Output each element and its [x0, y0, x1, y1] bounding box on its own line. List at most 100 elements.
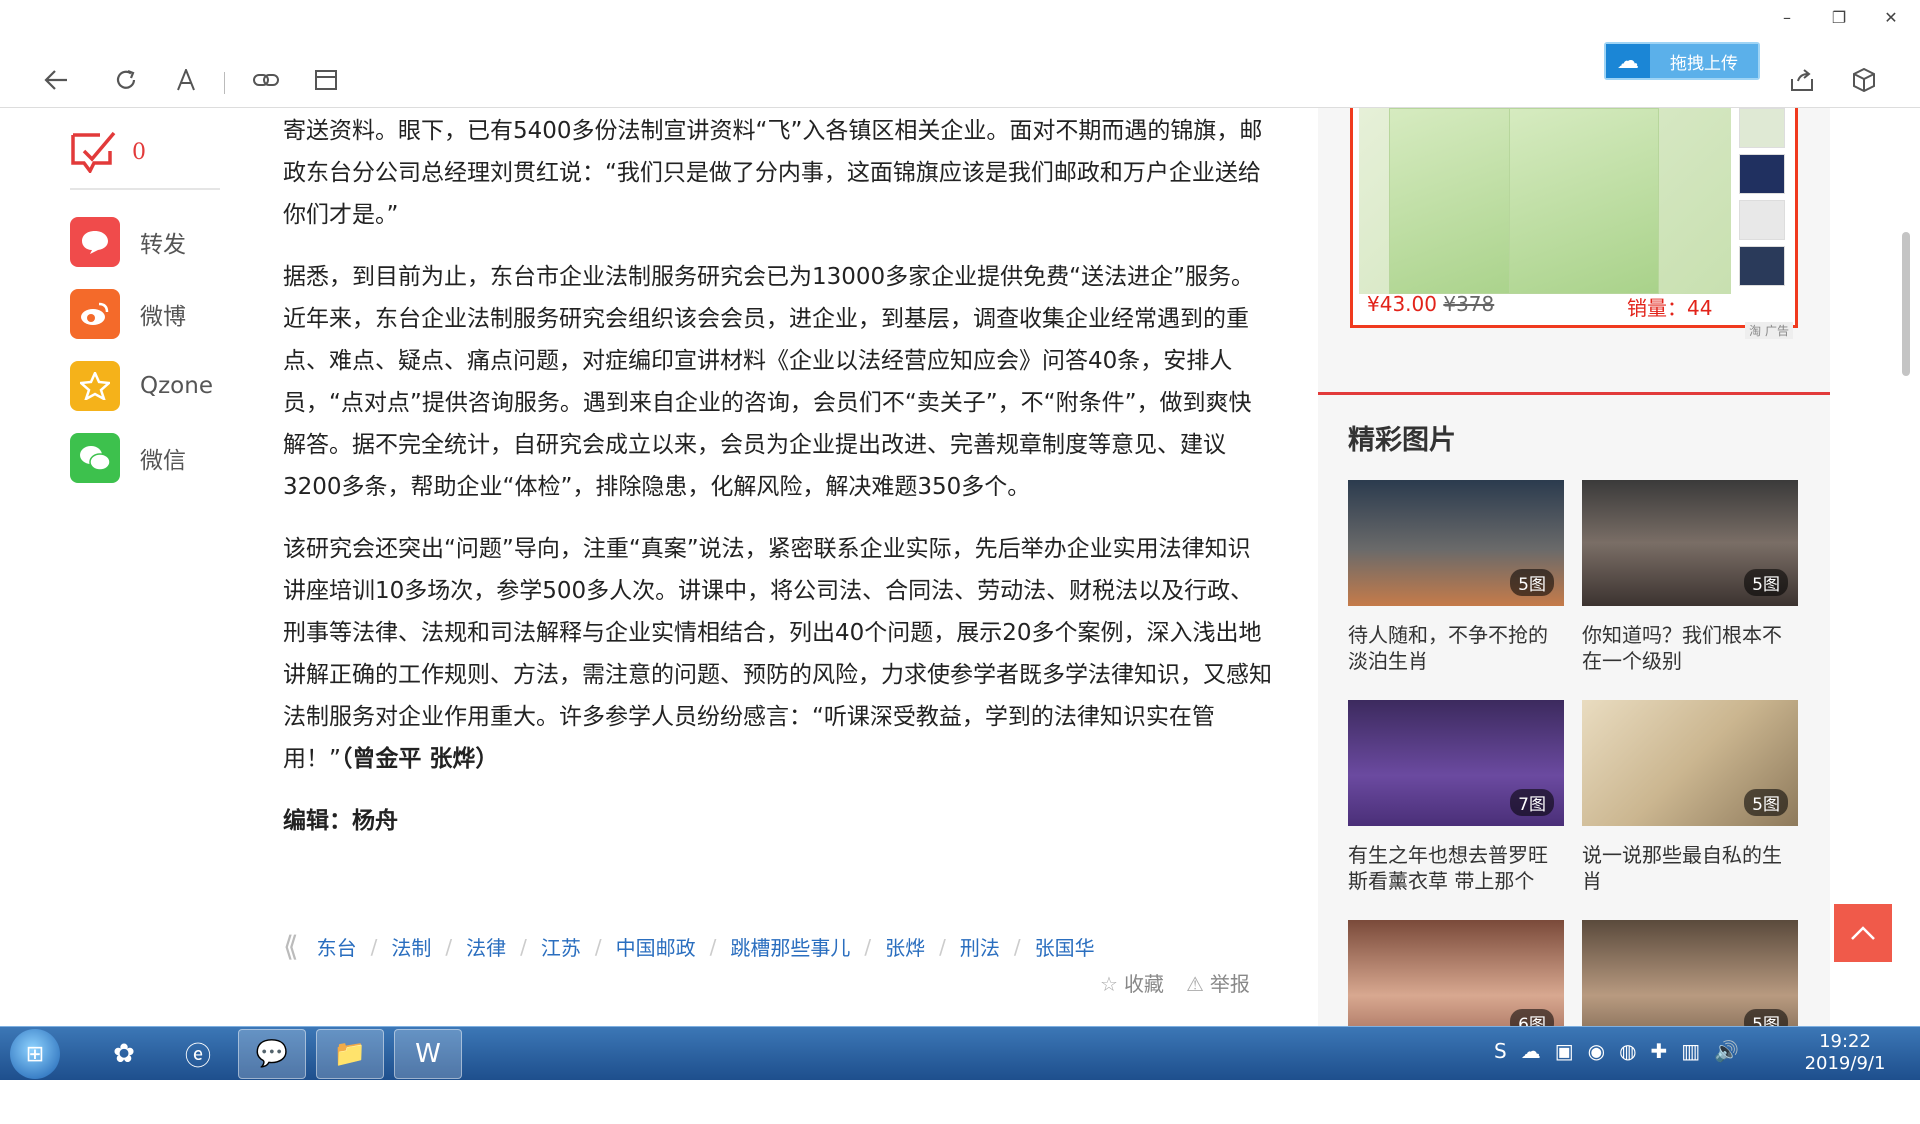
gallery-item[interactable]: 5图 说一说那些最自私的生肖 — [1582, 700, 1798, 904]
window-controls: – ❐ ✕ — [1778, 8, 1900, 27]
toolbar-separator — [224, 72, 225, 94]
tag-link[interactable]: 跳槽那些事儿 — [730, 932, 850, 961]
wechat-icon — [70, 433, 120, 483]
back-icon[interactable] — [38, 62, 74, 98]
window-icon[interactable] — [308, 62, 344, 98]
font-icon[interactable] — [168, 62, 204, 98]
share-label: 转发 — [140, 232, 186, 258]
ad-banner[interactable]: ¥43.00 ¥378 销量：44 淘 广告 — [1350, 108, 1798, 339]
minimize-button[interactable]: – — [1778, 8, 1796, 27]
system-tray: S ☁ ▣ ◉ ◍ ✚ ▥ 🔊 — [1494, 1039, 1739, 1063]
image-count-badge: 5图 — [1744, 789, 1788, 816]
collect-label: 收藏 — [1123, 972, 1164, 996]
report-icon: ⚠ — [1185, 972, 1204, 996]
gallery-caption[interactable]: 说一说那些最自私的生肖 — [1582, 842, 1798, 894]
article-paragraph: 寄送资料。眼下，已有5400多份法制宣讲资料“飞”入各镇区相关企业。面对不期而遇… — [283, 118, 1263, 228]
restore-button[interactable]: ❐ — [1830, 8, 1848, 27]
clock-date: 2019/9/1 — [1804, 1053, 1886, 1074]
upload-button[interactable]: ☁ 拖拽上传 — [1604, 42, 1760, 80]
tag-link[interactable]: 法律 — [466, 932, 506, 961]
forward-icon — [70, 217, 120, 267]
wechat-tray-icon[interactable]: ◍ — [1619, 1039, 1636, 1063]
close-button[interactable]: ✕ — [1882, 8, 1900, 27]
article-paragraph-text: 该研究会还突出“问题”导向，注重“真案”说法，紧密联系企业实际，先后举办企业实用… — [283, 536, 1272, 772]
gallery-image: 5图 — [1348, 480, 1564, 606]
gallery-title: 精彩图片 — [1348, 425, 1456, 456]
gallery-item[interactable]: 7图 有生之年也想去普罗旺斯看薰衣草 带上那个 — [1348, 700, 1564, 904]
weibo-icon — [70, 289, 120, 339]
network-icon[interactable]: ▥ — [1681, 1039, 1700, 1063]
gallery-caption[interactable]: 有生之年也想去普罗旺斯看薰衣草 带上那个 — [1348, 842, 1564, 894]
article-paragraph: 据悉，到目前为止，东台市企业法制服务研究会已为13000多家企业提供免费“送法进… — [283, 264, 1254, 500]
qzone-star-icon — [70, 361, 120, 411]
tag-link[interactable]: 张国华 — [1035, 932, 1095, 961]
share-label: Qzone — [140, 373, 213, 399]
tag-link[interactable]: 东台 — [317, 932, 357, 961]
comment-icon — [70, 129, 120, 175]
star-icon: ☆ — [1100, 972, 1118, 996]
scrollbar-thumb[interactable] — [1902, 232, 1910, 376]
start-button[interactable]: ⊞ — [10, 1029, 60, 1079]
app-360-icon[interactable]: ✿ — [90, 1029, 158, 1079]
explorer-icon[interactable]: 📁 — [316, 1029, 384, 1079]
tag-link[interactable]: 张烨 — [885, 932, 925, 961]
tag-link[interactable]: 中国邮政 — [616, 932, 696, 961]
share-weibo[interactable]: 微博 — [70, 278, 220, 350]
share-qzone[interactable]: Qzone — [70, 350, 220, 422]
article-body: 寄送资料。眼下，已有5400多份法制宣讲资料“飞”入各镇区相关企业。面对不期而遇… — [283, 110, 1273, 842]
gallery-caption[interactable]: 你知道吗？我们根本不在一个级别 — [1582, 622, 1798, 674]
gallery-item[interactable]: 5图 你知道吗？我们根本不在一个级别 — [1582, 480, 1798, 684]
browser-icon[interactable]: ⓔ — [164, 1029, 232, 1079]
taskbar: ⊞ ✿ ⓔ 💬 📁 W S ☁ ▣ ◉ ◍ ✚ ▥ 🔊 19:22 2019/9… — [0, 1026, 1920, 1080]
comment-count: 0 — [132, 139, 146, 165]
cube-icon[interactable] — [1846, 62, 1882, 98]
security-icon[interactable]: ✚ — [1651, 1039, 1668, 1063]
app-icon[interactable]: ▣ — [1555, 1039, 1574, 1063]
refresh-icon[interactable] — [108, 62, 144, 98]
ad-current-price: ¥43.00 — [1367, 292, 1437, 316]
ad-tag: 淘 广告 — [1745, 322, 1793, 339]
system-clock[interactable]: 19:22 2019/9/1 — [1800, 1031, 1890, 1075]
gallery-image: 5图 — [1582, 700, 1798, 826]
share-icon[interactable] — [1784, 62, 1820, 98]
volume-icon[interactable]: 🔊 — [1714, 1039, 1739, 1063]
share-label: 微信 — [140, 448, 186, 474]
share-forward[interactable]: 转发 — [70, 206, 220, 278]
section-divider — [1318, 392, 1830, 395]
report-label: 举报 — [1209, 972, 1250, 996]
link-icon[interactable] — [248, 62, 284, 98]
ad-price: ¥43.00 ¥378 — [1367, 292, 1494, 316]
share-wechat[interactable]: 微信 — [70, 422, 220, 494]
clock-time: 19:22 — [1819, 1031, 1871, 1052]
tag-link[interactable]: 刑法 — [960, 932, 1000, 961]
tag-link[interactable]: 江苏 — [541, 932, 581, 961]
gallery-item[interactable]: 5图 待人随和，不争不抢的淡泊生肖 — [1348, 480, 1564, 684]
ad-thumbnails — [1739, 108, 1785, 308]
image-count-badge: 5图 — [1510, 569, 1554, 596]
tag-link[interactable]: 法制 — [391, 932, 431, 961]
gallery-image: 5图 — [1582, 480, 1798, 606]
back-to-top-button[interactable] — [1834, 904, 1892, 962]
ad-product-image — [1359, 108, 1731, 294]
comment-counter[interactable]: 0 — [70, 130, 220, 190]
gallery-image: 7图 — [1348, 700, 1564, 826]
share-sidebar: 0 转发 微博 Qzone 微信 — [70, 130, 220, 494]
word-icon[interactable]: W — [394, 1029, 462, 1079]
qq-icon[interactable]: ◉ — [1588, 1039, 1605, 1063]
wechat-icon[interactable]: 💬 — [238, 1029, 306, 1079]
gallery-caption[interactable]: 待人随和，不争不抢的淡泊生肖 — [1348, 622, 1564, 674]
gallery-item[interactable]: 6图 — [1348, 920, 1564, 1124]
article-byline: （曾金平 张烨） — [340, 746, 499, 772]
gallery-item[interactable]: 5图 — [1582, 920, 1798, 1124]
article-actions: ☆ 收藏 ⚠ 举报 — [1100, 968, 1250, 997]
image-count-badge: 7图 — [1510, 789, 1554, 816]
collect-button[interactable]: ☆ 收藏 — [1100, 968, 1164, 997]
cloud-icon: ☁ — [1606, 44, 1650, 78]
tag-list: ⟪ 东台 / 法制 / 法律 / 江苏 / 中国邮政 / 跳槽那些事儿 / 张烨 / 刑法 / … — [283, 930, 1095, 963]
report-button[interactable]: ⚠ 举报 — [1186, 968, 1250, 997]
article-editor: 编辑：杨舟 — [283, 808, 398, 834]
browser-window: – ❐ ✕ ☁ 拖拽上传 0 转发 微博 Qzone 微信 寄送资料。眼下，已有… — [0, 0, 1920, 1046]
article-paragraph: 该研究会还突出“问题”导向，注重“真案”说法，紧密联系企业实际，先后举办企业实用… — [283, 528, 1273, 780]
cloud-icon[interactable]: ☁ — [1521, 1039, 1541, 1063]
sogou-icon[interactable]: S — [1494, 1039, 1507, 1063]
